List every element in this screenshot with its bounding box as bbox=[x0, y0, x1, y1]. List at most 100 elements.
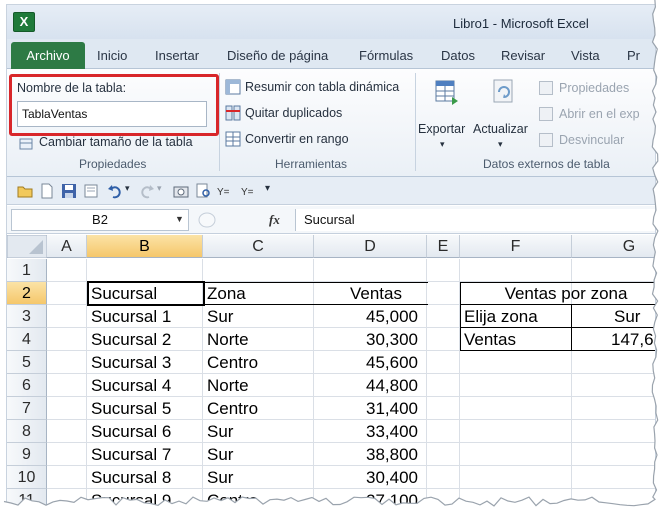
zoom-preview-icon[interactable] bbox=[195, 183, 211, 199]
row-header-7[interactable]: 7 bbox=[7, 397, 47, 420]
tab-datos[interactable]: Datos bbox=[441, 45, 475, 67]
cell-g3[interactable]: Sur bbox=[614, 305, 640, 328]
table-name-label: Nombre de la tabla: bbox=[17, 81, 127, 95]
cell-b4[interactable]: Sucursal 2 bbox=[91, 328, 171, 351]
insert-function-button[interactable]: fx bbox=[269, 212, 280, 228]
column-header-a[interactable]: A bbox=[47, 235, 87, 258]
formula-input[interactable]: Sucursal bbox=[295, 209, 655, 231]
open-browser-button[interactable]: Abrir en el exp bbox=[559, 107, 640, 121]
row-header-11[interactable]: 11 bbox=[7, 489, 47, 511]
cell-f3[interactable]: Elija zona bbox=[464, 305, 538, 328]
cell-c9[interactable]: Sur bbox=[207, 443, 233, 466]
cell-b5[interactable]: Sucursal 3 bbox=[91, 351, 171, 374]
convert-range-button[interactable]: Convertir en rango bbox=[245, 132, 349, 146]
properties-icon bbox=[539, 81, 553, 95]
cell-c10[interactable]: Sur bbox=[207, 466, 233, 489]
undo-icon[interactable] bbox=[107, 183, 123, 199]
row-header-3[interactable]: 3 bbox=[7, 305, 47, 328]
cell-c8[interactable]: Sur bbox=[207, 420, 233, 443]
cell-d3[interactable]: 45,000 bbox=[314, 305, 418, 328]
row-header-9[interactable]: 9 bbox=[7, 443, 47, 466]
grid-line bbox=[47, 511, 656, 512]
cell-d5[interactable]: 45,600 bbox=[314, 351, 418, 374]
column-header-c[interactable]: C bbox=[203, 235, 314, 258]
cell-b11[interactable]: Sucursal 9 bbox=[91, 489, 171, 511]
resize-table-button[interactable]: Cambiar tamaño de la tabla bbox=[39, 135, 193, 149]
table-name-input[interactable] bbox=[17, 101, 207, 127]
cell-d7[interactable]: 31,400 bbox=[314, 397, 418, 420]
cell-c4[interactable]: Norte bbox=[207, 328, 249, 351]
tab-vista[interactable]: Vista bbox=[571, 45, 600, 67]
row-header-10[interactable]: 10 bbox=[7, 466, 47, 489]
tab-inicio[interactable]: Inicio bbox=[97, 45, 127, 67]
cell-f4[interactable]: Ventas bbox=[464, 328, 516, 351]
new-file-icon[interactable] bbox=[39, 183, 55, 199]
row-header-4[interactable]: 4 bbox=[7, 328, 47, 351]
formula-handle-icon[interactable] bbox=[197, 211, 217, 229]
cell-c7[interactable]: Centro bbox=[207, 397, 258, 420]
cell-b2[interactable]: Sucursal bbox=[91, 282, 157, 305]
panel-border bbox=[460, 304, 655, 305]
cell-c3[interactable]: Sur bbox=[207, 305, 233, 328]
properties-button[interactable]: Propiedades bbox=[559, 81, 629, 95]
cell-d8[interactable]: 33,400 bbox=[314, 420, 418, 443]
cell-d9[interactable]: 38,800 bbox=[314, 443, 418, 466]
cell-c5[interactable]: Centro bbox=[207, 351, 258, 374]
row-header-6[interactable]: 6 bbox=[7, 374, 47, 397]
cell-d11[interactable]: 27,100 bbox=[314, 489, 418, 511]
row-header-2[interactable]: 2 bbox=[7, 282, 47, 305]
name-box[interactable]: B2 bbox=[11, 209, 189, 231]
tab-diseno-pagina[interactable]: Diseño de página bbox=[227, 45, 328, 67]
cell-b9[interactable]: Sucursal 7 bbox=[91, 443, 171, 466]
sort-descending-icon[interactable]: Y= bbox=[241, 183, 257, 199]
column-header-g[interactable]: G bbox=[572, 235, 655, 258]
cell-d10[interactable]: 30,400 bbox=[314, 466, 418, 489]
cell-c2[interactable]: Zona bbox=[207, 282, 246, 305]
remove-duplicates-button[interactable]: Quitar duplicados bbox=[245, 106, 342, 120]
cell-g4[interactable]: 147,6 bbox=[611, 328, 654, 351]
sort-ascending-icon[interactable]: Y= bbox=[217, 183, 233, 199]
refresh-dropdown-arrow[interactable]: ▾ bbox=[498, 139, 503, 150]
column-header-f[interactable]: F bbox=[460, 235, 572, 258]
pivot-summary-button[interactable]: Resumir con tabla dinámica bbox=[245, 80, 399, 94]
name-box-dropdown-arrow[interactable]: ▼ bbox=[175, 214, 184, 224]
cell-c6[interactable]: Norte bbox=[207, 374, 249, 397]
cell-d4[interactable]: 30,300 bbox=[314, 328, 418, 351]
select-all-corner[interactable] bbox=[7, 235, 47, 258]
refresh-button[interactable]: Actualizar bbox=[473, 122, 528, 136]
cell-c11[interactable]: Centro bbox=[207, 489, 258, 511]
tab-programador[interactable]: Pr bbox=[627, 45, 640, 67]
open-folder-icon[interactable] bbox=[17, 183, 33, 199]
tab-archivo[interactable]: Archivo bbox=[11, 42, 85, 69]
cell-b10[interactable]: Sucursal 8 bbox=[91, 466, 171, 489]
undo-dropdown-arrow[interactable]: ▾ bbox=[125, 183, 130, 194]
tab-insertar[interactable]: Insertar bbox=[155, 45, 199, 67]
grid-line bbox=[426, 259, 427, 511]
group-separator bbox=[415, 73, 416, 171]
unlink-button[interactable]: Desvincular bbox=[559, 133, 624, 147]
row-header-1[interactable]: 1 bbox=[7, 259, 47, 282]
panel-border bbox=[460, 327, 655, 328]
cell-b6[interactable]: Sucursal 4 bbox=[91, 374, 171, 397]
column-header-d[interactable]: D bbox=[314, 235, 427, 258]
tab-revisar[interactable]: Revisar bbox=[501, 45, 545, 67]
row-header-8[interactable]: 8 bbox=[7, 420, 47, 443]
cell-b7[interactable]: Sucursal 5 bbox=[91, 397, 171, 420]
customize-toolbar-arrow[interactable]: ▾ bbox=[265, 183, 270, 194]
tab-formulas[interactable]: Fórmulas bbox=[359, 45, 413, 67]
print-preview-icon[interactable] bbox=[83, 183, 99, 199]
redo-icon[interactable] bbox=[139, 183, 155, 199]
cell-d6[interactable]: 44,800 bbox=[314, 374, 418, 397]
column-header-e[interactable]: E bbox=[427, 235, 460, 258]
cell-d2[interactable]: Ventas bbox=[314, 282, 420, 305]
cell-b3[interactable]: Sucursal 1 bbox=[91, 305, 171, 328]
redo-dropdown-arrow[interactable]: ▾ bbox=[157, 183, 162, 194]
camera-icon[interactable] bbox=[173, 183, 189, 199]
table-border bbox=[87, 282, 428, 283]
row-header-5[interactable]: 5 bbox=[7, 351, 47, 374]
cell-b8[interactable]: Sucursal 6 bbox=[91, 420, 171, 443]
column-header-b[interactable]: B bbox=[87, 235, 203, 258]
save-icon[interactable] bbox=[61, 183, 77, 199]
export-button[interactable]: Exportar bbox=[418, 122, 465, 136]
export-dropdown-arrow[interactable]: ▾ bbox=[440, 139, 445, 150]
